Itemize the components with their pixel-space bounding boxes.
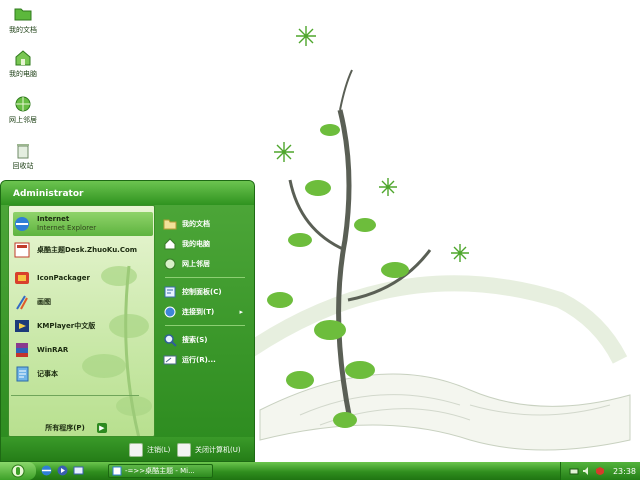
start-item-winrar[interactable]: WinRAR [13,338,153,362]
start-item-title: Internet [37,215,70,223]
power-icon [177,443,191,457]
start-item-title: KMPlayer中文版 [37,321,96,330]
places-separator [165,325,245,326]
media-player-icon[interactable] [56,464,69,477]
start-menu: Administrator Internet Internet Explorer [0,180,255,462]
desktop-icon-label: 我的文档 [9,26,37,34]
volume-icon[interactable] [582,466,592,476]
connect-icon [164,306,176,318]
logoff-label: 注销(L) [147,446,171,454]
place-label: 我的电脑 [182,240,210,248]
start-item-title: IconPackager [37,273,90,282]
desktop-icon-my-documents[interactable]: 我的文档 [3,4,43,40]
place-label: 连接到(T) [182,308,215,316]
shutdown-button[interactable]: 关闭计算机(U) [177,442,241,458]
taskbar-window-label: -=>>桌酷主题 - Mi... [125,467,195,475]
desktop-icon-network[interactable]: 网上邻居 [3,94,43,130]
iconpackager-icon [15,272,29,284]
security-icon[interactable] [595,466,605,476]
place-my-documents[interactable]: 我的文档 [163,215,249,233]
logoff-icon [129,443,143,457]
all-programs-label: 所有程序(P) [45,424,85,432]
kmplayer-icon [15,320,29,332]
network-icon [164,258,176,270]
recycle-bin-icon [17,144,29,159]
start-item-title: WinRAR [37,345,69,354]
start-button[interactable] [0,462,36,480]
start-item-subtitle: Internet Explorer [37,224,97,232]
start-item-notepad[interactable]: 记事本 [13,362,153,386]
places-separator [165,277,245,278]
start-menu-places-pane: 我的文档 我的电脑 网上邻居 控制面板(C) 连接到(T) ▸ 搜索(S) 运行… [159,205,251,437]
computer-icon [164,238,176,250]
computer-icon [15,50,31,66]
desktop-icon-label: 回收站 [12,162,34,170]
place-network[interactable]: 网上邻居 [163,255,249,273]
zhuoku-icon [14,242,30,258]
place-label: 搜索(S) [182,336,208,344]
place-label: 控制面板(C) [182,288,222,296]
place-label: 网上邻居 [182,260,210,268]
start-item-kmplayer[interactable]: KMPlayer中文版 [13,314,153,338]
arrow-right-icon: ▶ [96,423,107,433]
internet-explorer-icon[interactable] [40,464,53,477]
taskbar-window-button[interactable]: -=>>桌酷主题 - Mi... [108,464,213,478]
folder-icon [163,219,177,230]
all-programs-button[interactable]: 所有程序(P) ▶ [11,421,141,435]
place-search[interactable]: 搜索(S) [163,331,249,349]
start-menu-user-name: Administrator [1,181,254,205]
folder-icon [14,8,32,21]
control-panel-icon [164,286,176,298]
start-logo-icon [11,464,25,478]
start-item-title: 桌酷主题Desk.ZhuoKu.Com [37,245,138,254]
place-control-panel[interactable]: 控制面板(C) [163,283,249,301]
place-run[interactable]: 运行(R)... [163,351,249,369]
logoff-button[interactable]: 注销(L) [129,442,170,458]
place-connect-to[interactable]: 连接到(T) ▸ [163,303,249,321]
place-label: 我的文档 [182,220,210,228]
shutdown-label: 关闭计算机(U) [195,446,241,454]
start-item-title: 画图 [37,297,51,306]
browser-window-icon [112,466,122,476]
quick-launch-bar [40,464,85,478]
winrar-icon [16,343,28,357]
taskbar: -=>>桌酷主题 - Mi... 23:38 [0,462,640,480]
start-item-iconpackager[interactable]: IconPackager [13,266,153,290]
internet-explorer-icon [15,217,29,231]
paint-icon [16,295,28,310]
submenu-arrow-icon: ▸ [239,308,243,316]
run-icon [163,355,177,365]
network-status-icon[interactable] [569,466,579,476]
desktop-icon-recycle-bin[interactable]: 回收站 [3,140,43,176]
system-tray: 23:38 [560,462,640,480]
place-my-computer[interactable]: 我的电脑 [163,235,249,253]
start-item-zhuoku[interactable]: 桌酷主题Desk.ZhuoKu.Com [13,238,153,262]
desktop-icon-my-computer[interactable]: 我的电脑 [3,48,43,84]
network-icon [15,96,31,112]
taskbar-clock: 23:38 [612,466,636,476]
start-menu-footer: 注销(L) 关闭计算机(U) [1,437,254,461]
desktop-icon-label: 网上邻居 [9,116,37,124]
search-icon [164,334,177,347]
place-label: 运行(R)... [182,356,216,364]
start-item-internet[interactable]: Internet Internet Explorer [13,212,153,236]
start-item-paint[interactable]: 画图 [13,290,153,314]
start-item-title: 记事本 [37,369,58,378]
desktop-icon-label: 我的电脑 [9,70,37,78]
start-menu-programs-pane: Internet Internet Explorer 桌酷主题Desk.Zhuo… [8,205,155,437]
show-desktop-icon[interactable] [72,464,85,477]
notepad-icon [16,366,29,382]
programs-separator [11,395,139,396]
